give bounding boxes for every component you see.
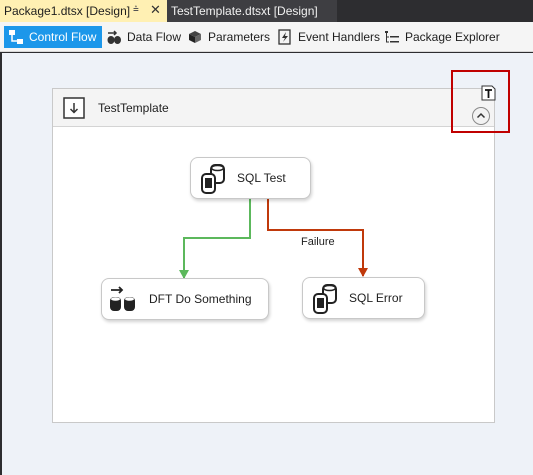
task-sql-test[interactable]: SQL Test [190, 157, 311, 199]
tab-event-handlers[interactable]: Event Handlers [277, 26, 380, 48]
sql-task-icon [201, 164, 225, 194]
close-icon[interactable]: ✕ [150, 2, 161, 18]
pin-icon[interactable]: ⩮ [133, 4, 139, 15]
container-title: TestTemplate [98, 101, 169, 115]
tab-package-explorer[interactable]: Package Explorer [384, 26, 500, 48]
failure-label: Failure [301, 236, 335, 248]
event-handlers-icon [278, 29, 291, 45]
tab-label: Control Flow [29, 30, 97, 44]
task-label: SQL Error [349, 291, 403, 305]
data-flow-task-icon [110, 286, 135, 311]
template-container-icon [63, 97, 85, 119]
tab-label: Package Explorer [405, 30, 500, 44]
tab-parameters[interactable]: Parameters [187, 26, 270, 48]
task-sql-error[interactable]: SQL Error [302, 277, 425, 319]
tab-data-flow[interactable]: Data Flow [106, 26, 181, 48]
tab-label: Data Flow [127, 30, 182, 44]
control-flow-icon [9, 30, 23, 44]
task-label: DFT Do Something [149, 292, 252, 306]
designer-tab-bar: Control Flow Data Flow Parameters Event … [0, 22, 533, 52]
sequence-container[interactable]: TestTemplate [52, 88, 495, 423]
container-header[interactable]: TestTemplate [53, 89, 494, 127]
tab-label: Package1.dtsx [Design] [4, 4, 131, 18]
sql-task-icon [313, 284, 337, 314]
tab-label: Parameters [208, 30, 271, 44]
task-dft-do-something[interactable]: DFT Do Something [101, 278, 269, 320]
task-label: SQL Test [237, 171, 286, 185]
package-explorer-icon [385, 31, 399, 43]
tab-label: Event Handlers [298, 30, 381, 44]
document-tab-strip: Package1.dtsx [Design] ⩮ ✕ TestTemplate.… [0, 0, 533, 22]
tab-package1-design[interactable]: Package1.dtsx [Design] ⩮ ✕ [0, 0, 167, 22]
tab-label: TestTemplate.dtsxt [Design] [171, 4, 318, 18]
tab-testtemplate-design[interactable]: TestTemplate.dtsxt [Design] [167, 0, 337, 22]
data-flow-icon [107, 30, 121, 44]
highlight-box [451, 70, 510, 133]
tab-control-flow[interactable]: Control Flow [4, 26, 103, 48]
parameters-icon [189, 31, 201, 43]
